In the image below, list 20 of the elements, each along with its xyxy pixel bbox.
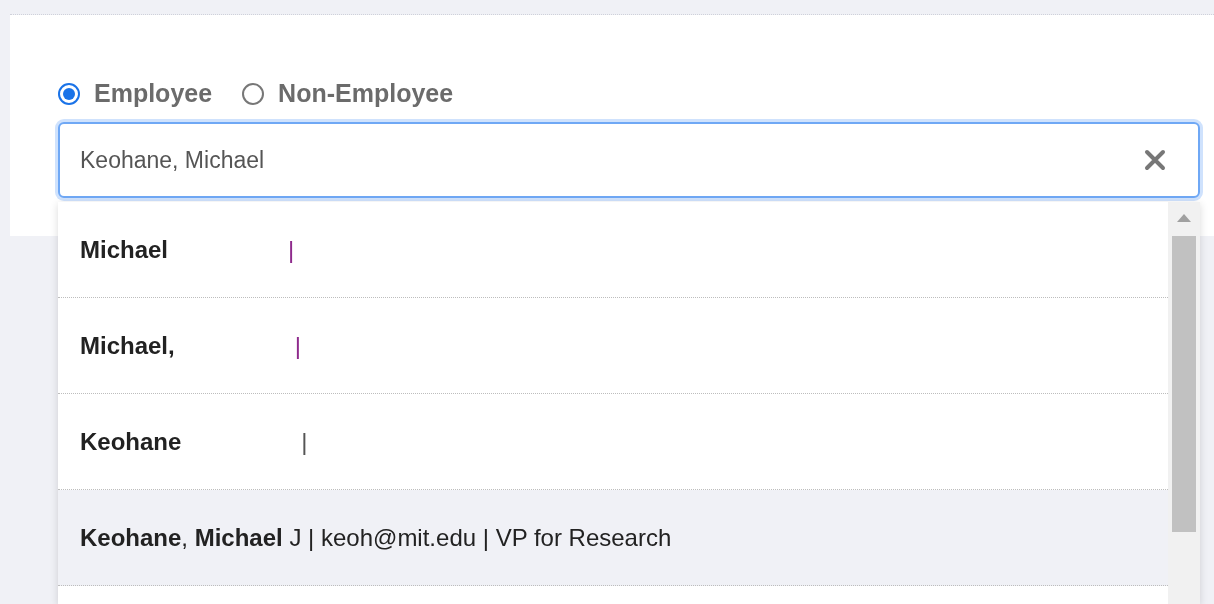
scroll-thumb[interactable] (1172, 236, 1196, 532)
close-icon[interactable] (1144, 149, 1166, 171)
result-name: Michael, (80, 331, 175, 360)
separator-mark: | (294, 331, 301, 360)
result-name: Michael (80, 235, 169, 264)
search-field[interactable]: Keohane, Michael (58, 122, 1200, 198)
radio-option[interactable]: Non-Employee (242, 79, 454, 108)
scroll-up-icon[interactable] (1177, 214, 1191, 222)
result-item[interactable]: Michael, | (58, 298, 1168, 394)
result-item[interactable]: Keohane | (58, 394, 1168, 490)
separator-mark: | (288, 235, 295, 264)
separator-mark: | (301, 427, 308, 456)
result-item[interactable]: Michael | (58, 202, 1168, 298)
radio-icon[interactable] (58, 82, 80, 105)
radio-option[interactable]: Employee (58, 79, 213, 108)
result-name: Keohane (80, 427, 182, 456)
scrollbar[interactable] (1168, 202, 1200, 604)
result-item[interactable]: Keohane, Michael J | keoh@mit.edu | VP for Research (58, 490, 1168, 586)
radio-icon[interactable] (242, 82, 265, 105)
result-text: Keohane, Michael J | keoh@mit.edu | VP for Research (80, 523, 672, 552)
